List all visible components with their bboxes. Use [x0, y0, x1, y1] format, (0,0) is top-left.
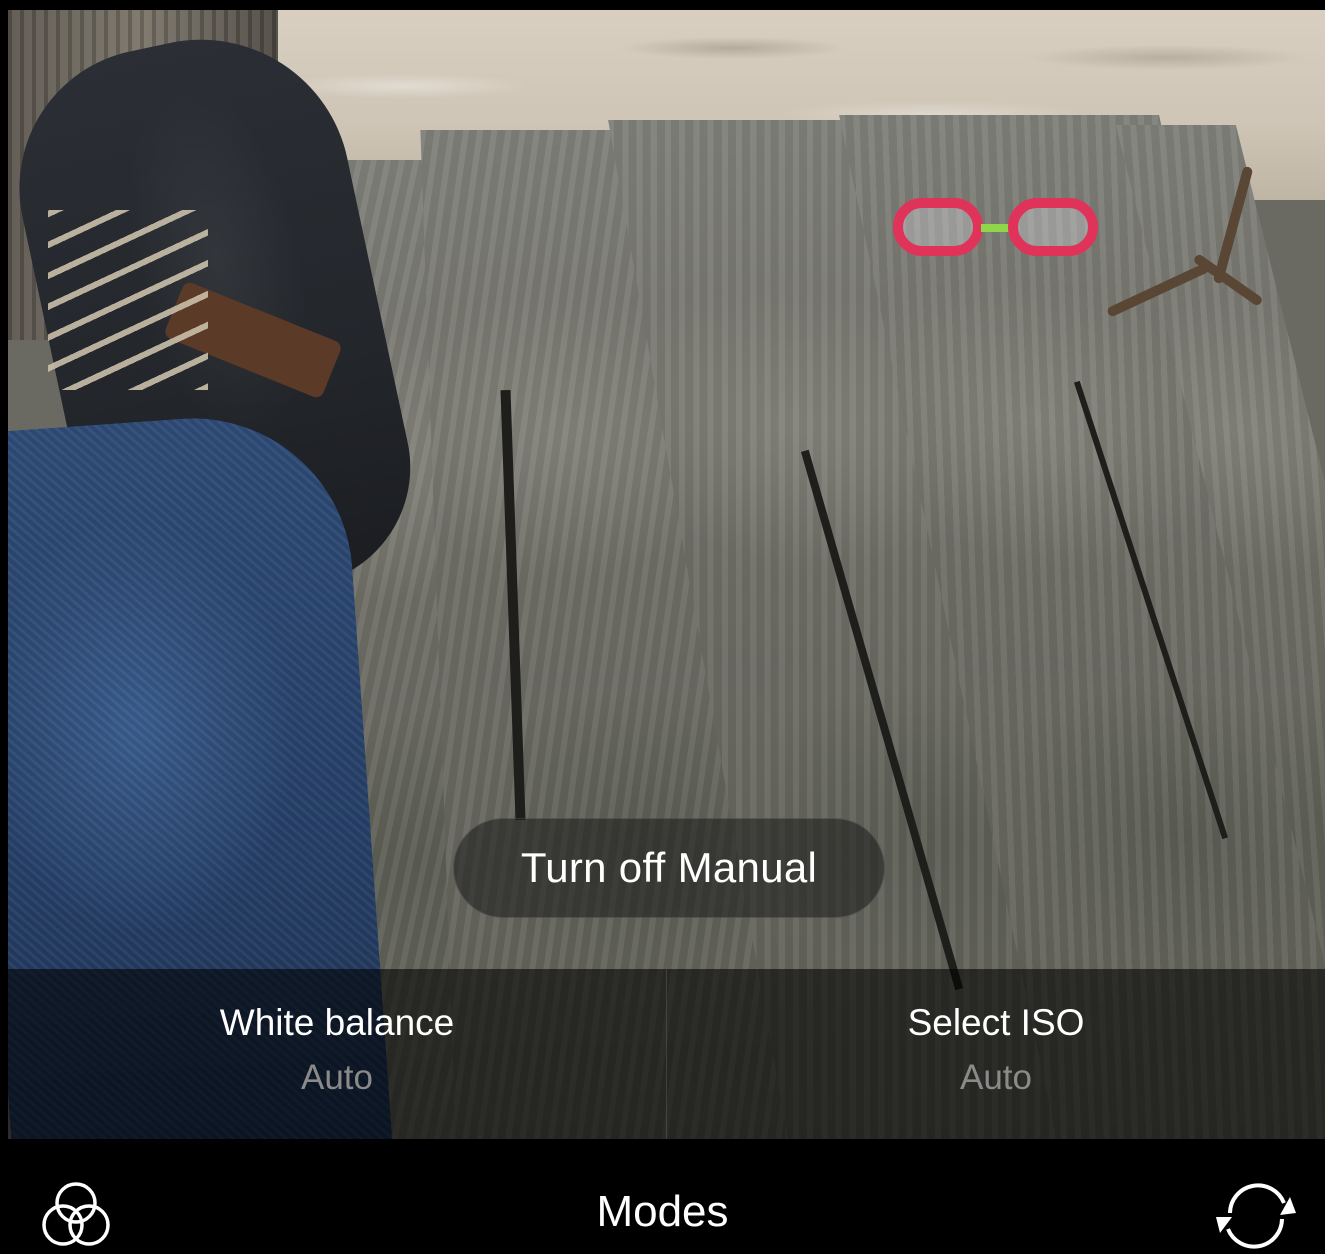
iso-setting[interactable]: Select ISO Auto: [666, 969, 1325, 1139]
goggle-lens: [893, 198, 983, 256]
switch-camera-button[interactable]: [1210, 1175, 1302, 1254]
white-balance-label: White balance: [219, 1002, 455, 1043]
switch-camera-icon: [1216, 1183, 1296, 1249]
manual-settings-strip: White balance Auto Select ISO Auto: [8, 969, 1325, 1139]
goggle-bridge: [981, 224, 1011, 232]
swim-goggles: [893, 190, 1103, 260]
turn-off-manual-button[interactable]: Turn off Manual: [453, 818, 885, 918]
shoe-laces: [48, 210, 208, 390]
white-balance-value: Auto: [301, 1058, 373, 1097]
white-balance-setting[interactable]: White balance Auto: [8, 969, 666, 1139]
goggle-lens: [1008, 198, 1098, 256]
iso-label: Select ISO: [907, 1002, 1085, 1043]
iso-value: Auto: [960, 1058, 1032, 1097]
turn-off-manual-label: Turn off Manual: [520, 844, 818, 891]
bottom-bar: Modes: [0, 1139, 1325, 1254]
modes-button[interactable]: Modes: [0, 1187, 1325, 1237]
